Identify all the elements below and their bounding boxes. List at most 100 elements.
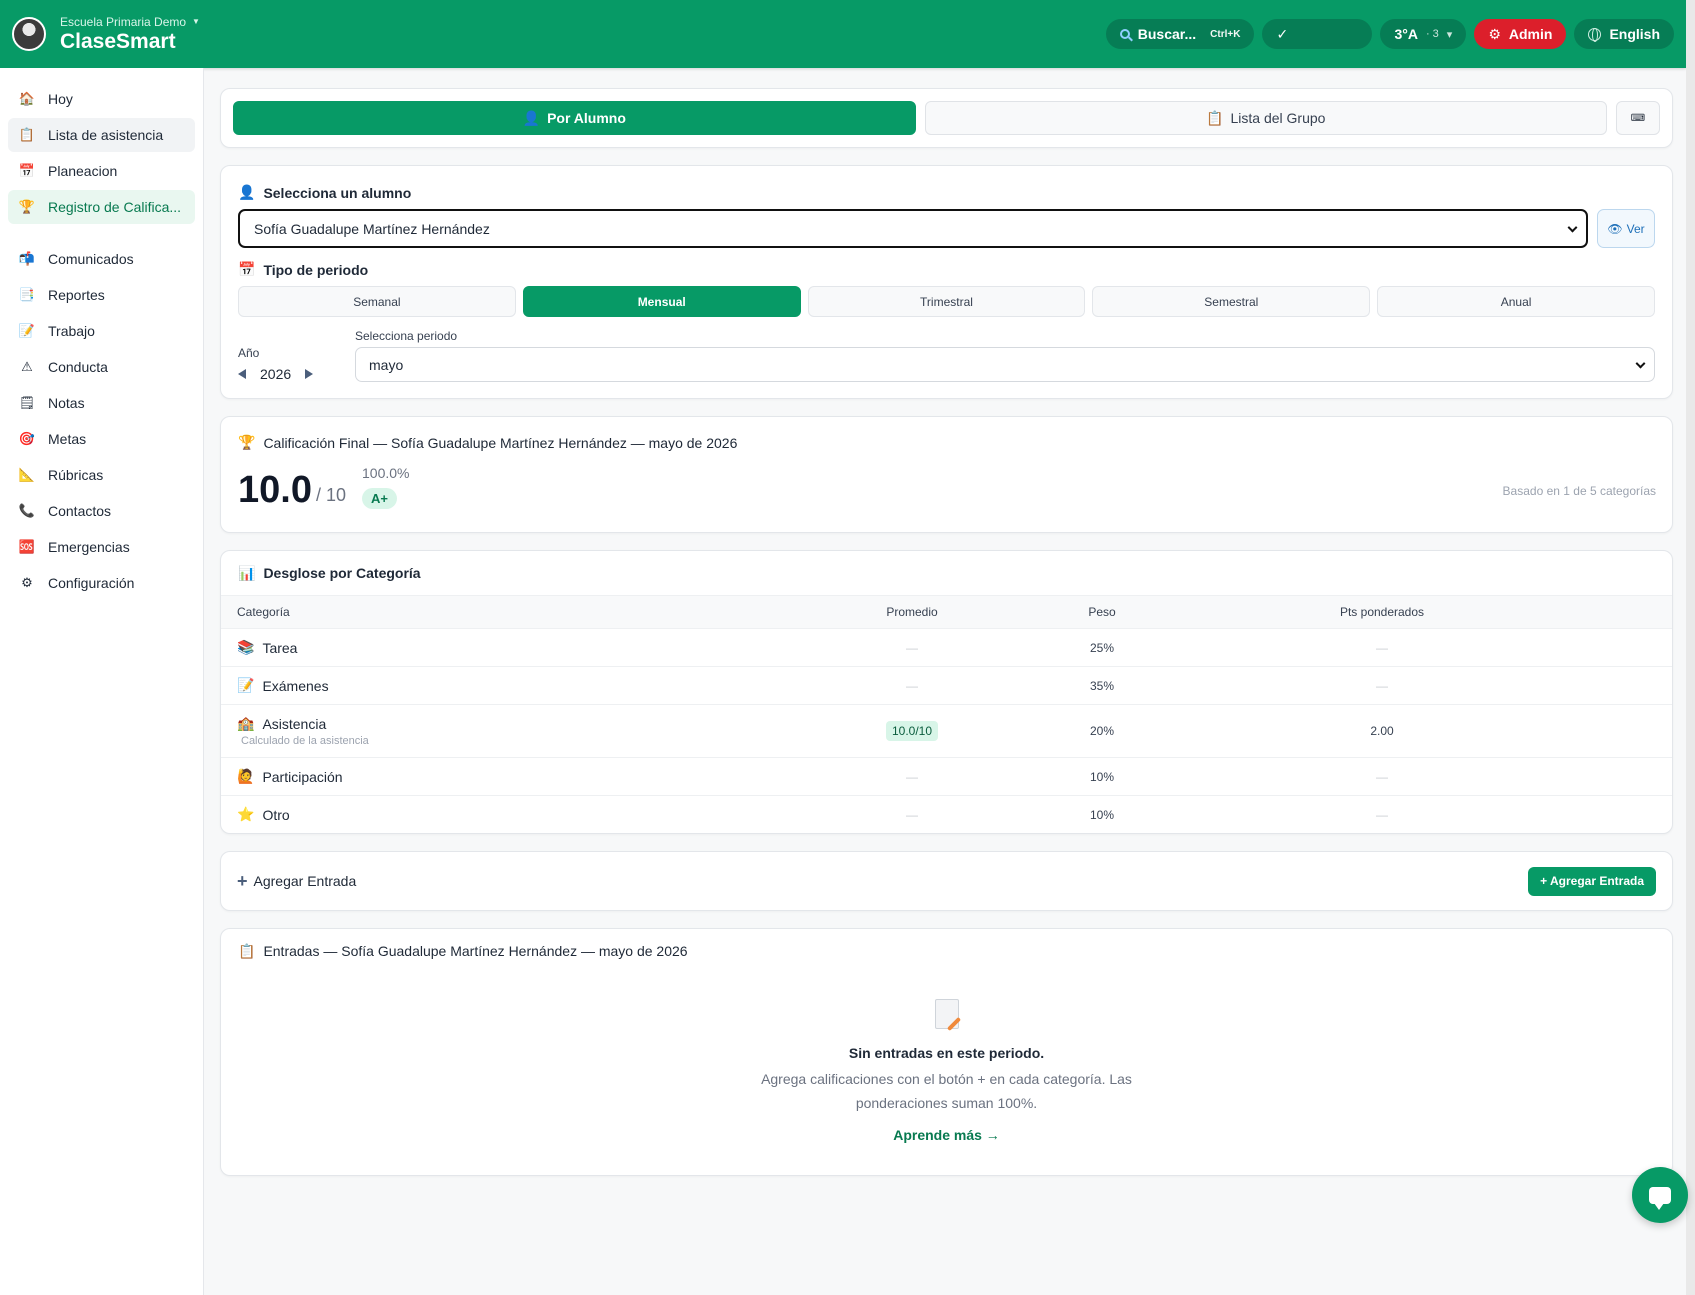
memo-icon: 📝 xyxy=(237,677,255,693)
sidebar-item-contactos[interactable]: 📞 Contactos xyxy=(8,494,195,528)
sidebar-item-label: Registro de Califica... xyxy=(48,199,182,215)
sidebar-item-reportes[interactable]: 📑 Reportes xyxy=(8,278,195,312)
status-check-button[interactable]: ✓ xyxy=(1262,19,1373,49)
mailbox-icon: 📬 xyxy=(18,251,36,266)
sidebar-item-rubricas[interactable]: 📐 Rúbricas xyxy=(8,458,195,492)
scrollbar[interactable] xyxy=(1686,0,1695,1295)
selection-card: 👤 Selecciona un alumno Sofía Guadalupe Ma… xyxy=(220,165,1673,399)
period-type-label: 📅 Tipo de periodo xyxy=(238,261,1655,278)
sidebar-item-hoy[interactable]: 🏠 Hoy xyxy=(8,82,195,116)
period-select-value: mayo xyxy=(369,356,404,373)
average-value: — xyxy=(906,769,918,784)
category-name: Tarea xyxy=(262,639,298,656)
year-label: Año xyxy=(238,346,260,360)
sidebar-item-calificaciones[interactable]: 🏆 Registro de Califica... xyxy=(8,190,195,224)
house-icon: 🏠 xyxy=(18,91,36,106)
chat-button[interactable] xyxy=(1632,1167,1688,1223)
learn-more-link[interactable]: Aprende más → xyxy=(221,1127,1672,1143)
group-selector[interactable]: 3°A · 3 ▾ xyxy=(1380,19,1467,49)
entries-title: 📋 Entradas — Sofía Guadalupe Martínez Her… xyxy=(238,943,688,960)
period-type-label-text: Tipo de periodo xyxy=(263,261,369,278)
eye-icon: 👁 xyxy=(1607,221,1623,236)
sidebar-item-comunicados[interactable]: 📬 Comunicados xyxy=(8,242,195,276)
search-button[interactable]: Buscar... Ctrl+K xyxy=(1105,19,1255,49)
final-grade-title-text: Calificación Final — Sofía Guadalupe Mar… xyxy=(263,434,738,451)
school-avatar[interactable] xyxy=(12,17,46,51)
view-label: Ver xyxy=(1626,221,1645,236)
weight-value: 25% xyxy=(1089,640,1115,655)
add-entry-button[interactable]: + Agregar Entrada xyxy=(1528,866,1656,896)
period-type-monthly[interactable]: Mensual xyxy=(522,286,801,317)
column-header: Pts ponderados xyxy=(1339,605,1425,619)
average-value: — xyxy=(906,640,918,655)
period-type-semester[interactable]: Semestral xyxy=(1092,286,1371,317)
language-label: English xyxy=(1609,26,1660,42)
school-selector[interactable]: Escuela Primaria Demo ▼ xyxy=(60,15,200,29)
add-entry-card: + Agregar Entrada + Agregar Entrada xyxy=(220,851,1673,911)
previous-year-icon[interactable] xyxy=(238,369,246,379)
admin-button[interactable]: ⚙ Admin xyxy=(1474,19,1567,49)
keyboard-icon: ⌨ xyxy=(1630,112,1646,124)
student-label: 👤 Selecciona un alumno xyxy=(238,184,1655,201)
table-row: 📝 Exámenes — 35% — xyxy=(221,666,1672,704)
sidebar-item-configuracion[interactable]: ⚙ Configuración xyxy=(8,566,195,600)
table-row: 🙋 Participación — 10% — xyxy=(221,757,1672,795)
next-year-icon[interactable] xyxy=(305,369,314,379)
sidebar-item-conducta[interactable]: ⚠ Conducta xyxy=(8,350,195,384)
ruler-icon: 📐 xyxy=(18,467,36,482)
memo-icon xyxy=(934,999,959,1029)
sidebar-item-asistencia[interactable]: 📋 Lista de asistencia xyxy=(8,118,195,152)
empty-title: Sin entradas en este periodo. xyxy=(848,1045,1045,1061)
weight-value: 20% xyxy=(1089,724,1115,738)
category-subtitle: Calculado de la asistencia xyxy=(241,735,369,747)
language-button[interactable]: English xyxy=(1574,19,1674,49)
period-type-selector: Semanal Mensual Trimestral Semestral Anu… xyxy=(238,286,1655,317)
period-type-annual[interactable]: Anual xyxy=(1377,286,1655,317)
period-type-quarterly[interactable]: Trimestral xyxy=(807,286,1086,317)
sidebar-item-notas[interactable]: 🗒 Notas xyxy=(8,386,195,420)
search-label: Buscar... xyxy=(1137,26,1197,42)
category-name: Otro xyxy=(262,806,290,823)
target-icon: 🎯 xyxy=(18,431,36,446)
gear-icon: ⚙ xyxy=(21,575,33,590)
group-label: 3°A xyxy=(1394,26,1418,42)
column-header: Peso xyxy=(1088,605,1116,619)
sidebar-item-planeacion[interactable]: 📅 Planeacion xyxy=(8,154,195,188)
tab-by-student[interactable]: 👤 Por Alumno xyxy=(233,101,916,135)
tab-group-list[interactable]: 📋 Lista del Grupo xyxy=(924,101,1607,135)
keyboard-button[interactable]: ⌨ xyxy=(1616,101,1660,135)
category-name: Asistencia xyxy=(262,715,327,732)
entries-title-text: Entradas — Sofía Guadalupe Martínez Hern… xyxy=(263,943,688,959)
final-grade-card: 🏆 Calificación Final — Sofía Guadalupe Ma… xyxy=(220,416,1673,533)
warning-icon: ⚠ xyxy=(21,359,33,374)
sidebar-item-emergencias[interactable]: 🆘 Emergencias xyxy=(8,530,195,564)
add-entry-title: Agregar Entrada xyxy=(253,873,357,889)
sidebar-item-metas[interactable]: 🎯 Metas xyxy=(8,422,195,456)
note-icon: 🗒 xyxy=(18,395,36,410)
table-header: Categoría Promedio Peso Pts ponderados xyxy=(221,595,1672,628)
period-type-weekly[interactable]: Semanal xyxy=(238,286,516,317)
bar-chart-icon: 📊 xyxy=(238,564,256,581)
breakdown-title-text: Desglose por Categoría xyxy=(263,565,421,581)
period-select[interactable]: mayo xyxy=(355,347,1655,382)
final-score: 10.0 xyxy=(238,469,312,511)
sidebar-item-label: Hoy xyxy=(48,91,73,107)
sidebar-item-label: Conducta xyxy=(48,359,108,375)
sidebar-item-label: Emergencias xyxy=(48,539,130,555)
sidebar-item-label: Trabajo xyxy=(48,323,95,339)
average-value: — xyxy=(906,678,918,693)
based-on-text: Basado en 1 de 5 categorías xyxy=(1502,484,1656,498)
sos-icon: 🆘 xyxy=(18,539,36,554)
table-row: 🏫 Asistencia Calculado de la asistencia 1… xyxy=(221,704,1672,757)
category-name: Exámenes xyxy=(262,677,329,694)
year-value: 2026 xyxy=(260,366,292,382)
chevron-down-icon: ▾ xyxy=(1446,28,1453,41)
view-student-button[interactable]: 👁 Ver xyxy=(1597,209,1655,248)
student-select[interactable]: Sofía Guadalupe Martínez Hernández xyxy=(238,209,1588,248)
weighted-points: — xyxy=(1376,769,1388,784)
weighted-points: — xyxy=(1376,807,1388,822)
final-percent: 100.0% xyxy=(362,465,410,481)
sidebar-item-trabajo[interactable]: 📝 Trabajo xyxy=(8,314,195,348)
view-mode-card: 👤 Por Alumno 📋 Lista del Grupo ⌨ xyxy=(220,88,1673,148)
weighted-points: 2.00 xyxy=(1370,724,1394,738)
